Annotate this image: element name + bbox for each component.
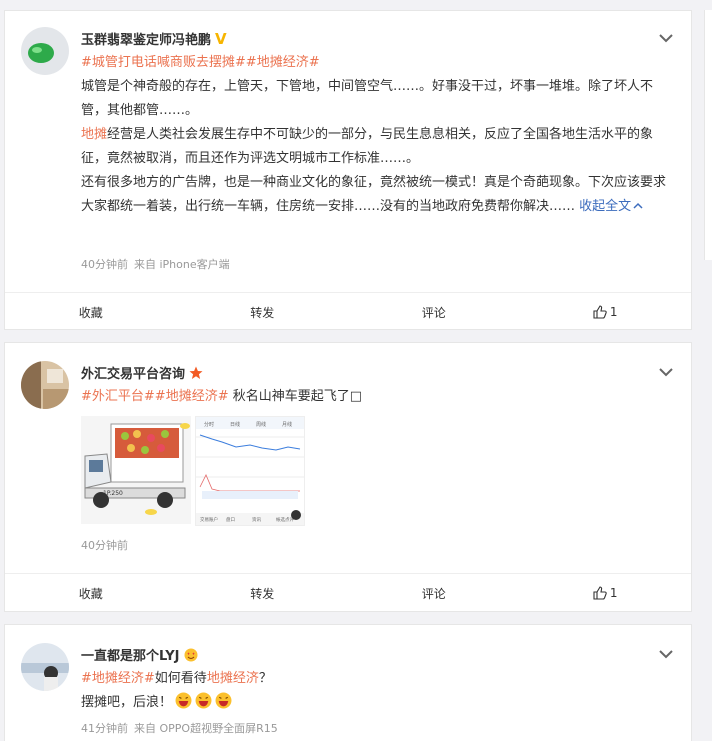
chart-tab: 周线 bbox=[256, 421, 266, 428]
chevron-down-icon[interactable] bbox=[657, 363, 675, 381]
avatar[interactable] bbox=[21, 643, 69, 691]
comment-button[interactable]: 评论 bbox=[348, 574, 520, 612]
truck-plate: 1P.250 bbox=[103, 490, 123, 497]
chart-tab: 日线 bbox=[230, 421, 240, 428]
post-text: #城管打电话喊商贩去摆摊##地摊经济# 城管是个神奇般的存在，上管天，下管地，中… bbox=[81, 51, 677, 219]
repost-button[interactable]: 转发 bbox=[177, 574, 349, 612]
source-client: 来自 iPhone客户端 bbox=[134, 258, 230, 271]
paragraph-2-text: 经营是人类社会发展生存中不可缺少的一部分，与民生息息相关，反应了全国各地生活水平… bbox=[81, 127, 654, 166]
comment-label: 评论 bbox=[421, 305, 446, 320]
favorite-label: 收藏 bbox=[78, 305, 103, 320]
star-icon bbox=[189, 366, 203, 379]
paragraph-1: 城管是个神奇般的存在，上管天，下管地，中间管空气……。好事没干过，坏事一堆堆。除… bbox=[81, 79, 654, 118]
comment-button[interactable]: 评论 bbox=[348, 293, 520, 331]
chart-button: 盘口 bbox=[226, 516, 235, 523]
post-text: #外汇平台##地摊经济# 秋名山神车要起飞了□ bbox=[81, 385, 677, 409]
favorite-button[interactable]: 收藏 bbox=[5, 574, 177, 612]
post-line-2-text: 摆摊吧，后浪！ bbox=[81, 695, 173, 710]
paragraph-2: 地摊经营是人类社会发展生存中不可缺少的一部分，与民生息息相关，反应了全国各地生活… bbox=[81, 123, 677, 171]
laughing-emoji-icon bbox=[175, 692, 192, 709]
collapse-link[interactable]: 收起全文 bbox=[579, 199, 643, 214]
verified-v-icon: V bbox=[215, 29, 227, 48]
timestamp[interactable]: 41分钟前 bbox=[81, 722, 128, 735]
topic-tag[interactable]: #城管打电话喊商贩去摆摊# bbox=[81, 55, 246, 70]
highlight-word[interactable]: 地摊 bbox=[81, 127, 107, 142]
chevron-up-icon bbox=[633, 202, 643, 209]
chevron-down-icon[interactable] bbox=[657, 29, 675, 47]
timestamp[interactable]: 40分钟前 bbox=[81, 539, 128, 552]
repost-label: 转发 bbox=[250, 305, 275, 320]
username-text[interactable]: 外汇交易平台咨询 bbox=[81, 363, 185, 382]
thumbs-up-icon bbox=[593, 586, 607, 600]
post-body: 秋名山神车要起飞了 bbox=[228, 389, 350, 404]
avatar[interactable] bbox=[21, 361, 69, 409]
topic-tag[interactable]: #外汇平台# bbox=[81, 389, 155, 404]
chart-tab: 月线 bbox=[282, 421, 292, 428]
question-mark: ？ bbox=[258, 671, 272, 686]
right-column-edge bbox=[704, 10, 712, 260]
repost-button[interactable]: 转发 bbox=[177, 293, 349, 331]
topic-tag[interactable]: #地摊经济# bbox=[155, 389, 229, 404]
image-thumbnail-chart[interactable]: 分时 日线 周线 月线 交易账户 盘口 资讯 帐选点评 bbox=[195, 416, 305, 526]
post-meta: 41分钟前 来自 OPPO超视野全面屏R15 bbox=[81, 720, 278, 736]
tags-line: #城管打电话喊商贩去摆摊##地摊经济# bbox=[81, 51, 677, 75]
post-card-2: 外汇交易平台咨询 #外汇平台##地摊经济# 秋名山神车要起飞了□ 1P.250 … bbox=[4, 342, 692, 612]
comment-label: 评论 bbox=[421, 586, 446, 601]
favorite-label: 收藏 bbox=[78, 586, 103, 601]
laughing-emoji-icon bbox=[195, 692, 212, 709]
username[interactable]: 玉群翡翠鉴定师冯艳鹏 V bbox=[81, 29, 227, 49]
post-text: #地摊经济#如何看待地摊经济？ 摆摊吧，后浪！ bbox=[81, 667, 677, 715]
image-thumbnail-truck[interactable]: 1P.250 bbox=[81, 416, 191, 524]
username[interactable]: 外汇交易平台咨询 bbox=[81, 363, 203, 382]
source-client: 来自 OPPO超视野全面屏R15 bbox=[134, 722, 278, 735]
post-card-3: 一直都是那个LYJ #地摊经济#如何看待地摊经济？ 摆摊吧，后浪！ 41分钟前来… bbox=[4, 624, 692, 741]
action-bar: 收藏 转发 评论 1 bbox=[5, 573, 691, 612]
post-line-2: 摆摊吧，后浪！ bbox=[81, 691, 677, 715]
post-meta: 40分钟前 bbox=[81, 537, 128, 553]
chevron-down-icon[interactable] bbox=[657, 645, 675, 663]
username-text[interactable]: 一直都是那个LYJ bbox=[81, 645, 180, 664]
avatar[interactable] bbox=[21, 27, 69, 75]
heart-eyes-emoji-icon bbox=[184, 648, 198, 661]
thumbs-up-icon bbox=[593, 305, 607, 319]
like-button[interactable]: 1 bbox=[520, 293, 692, 331]
chart-button: 交易账户 bbox=[200, 516, 218, 523]
favorite-button[interactable]: 收藏 bbox=[5, 293, 177, 331]
username[interactable]: 一直都是那个LYJ bbox=[81, 645, 198, 664]
repost-label: 转发 bbox=[250, 586, 275, 601]
like-button[interactable]: 1 bbox=[520, 574, 692, 612]
post-meta: 40分钟前 来自 iPhone客户端 bbox=[81, 256, 230, 272]
timestamp[interactable]: 40分钟前 bbox=[81, 258, 128, 271]
post-line-1: #地摊经济#如何看待地摊经济？ bbox=[81, 667, 677, 691]
laughing-emoji-icon bbox=[215, 692, 232, 709]
username-text[interactable]: 玉群翡翠鉴定师冯艳鹏 bbox=[81, 29, 211, 48]
post-card-1: 玉群翡翠鉴定师冯艳鹏 V #城管打电话喊商贩去摆摊##地摊经济# 城管是个神奇般… bbox=[4, 10, 692, 330]
post-text-mid: 如何看待 bbox=[154, 671, 207, 686]
topic-tag[interactable]: #地摊经济# bbox=[246, 55, 320, 70]
action-bar: 收藏 转发 评论 1 bbox=[5, 292, 691, 331]
paragraph-3: 还有很多地方的广告牌，也是一种商业文化的象征，竟然被统一模式！真是个奇葩现象。下… bbox=[81, 171, 677, 219]
chart-button: 资讯 bbox=[252, 516, 261, 523]
collapse-label[interactable]: 收起全文 bbox=[579, 199, 631, 214]
missing-glyph-box: □ bbox=[349, 389, 363, 404]
like-count: 1 bbox=[609, 305, 618, 319]
like-count: 1 bbox=[609, 586, 618, 600]
topic-tag[interactable]: #地摊经济# bbox=[81, 671, 155, 686]
highlight-word[interactable]: 地摊经济 bbox=[207, 671, 259, 686]
chart-tab: 分时 bbox=[204, 421, 214, 428]
